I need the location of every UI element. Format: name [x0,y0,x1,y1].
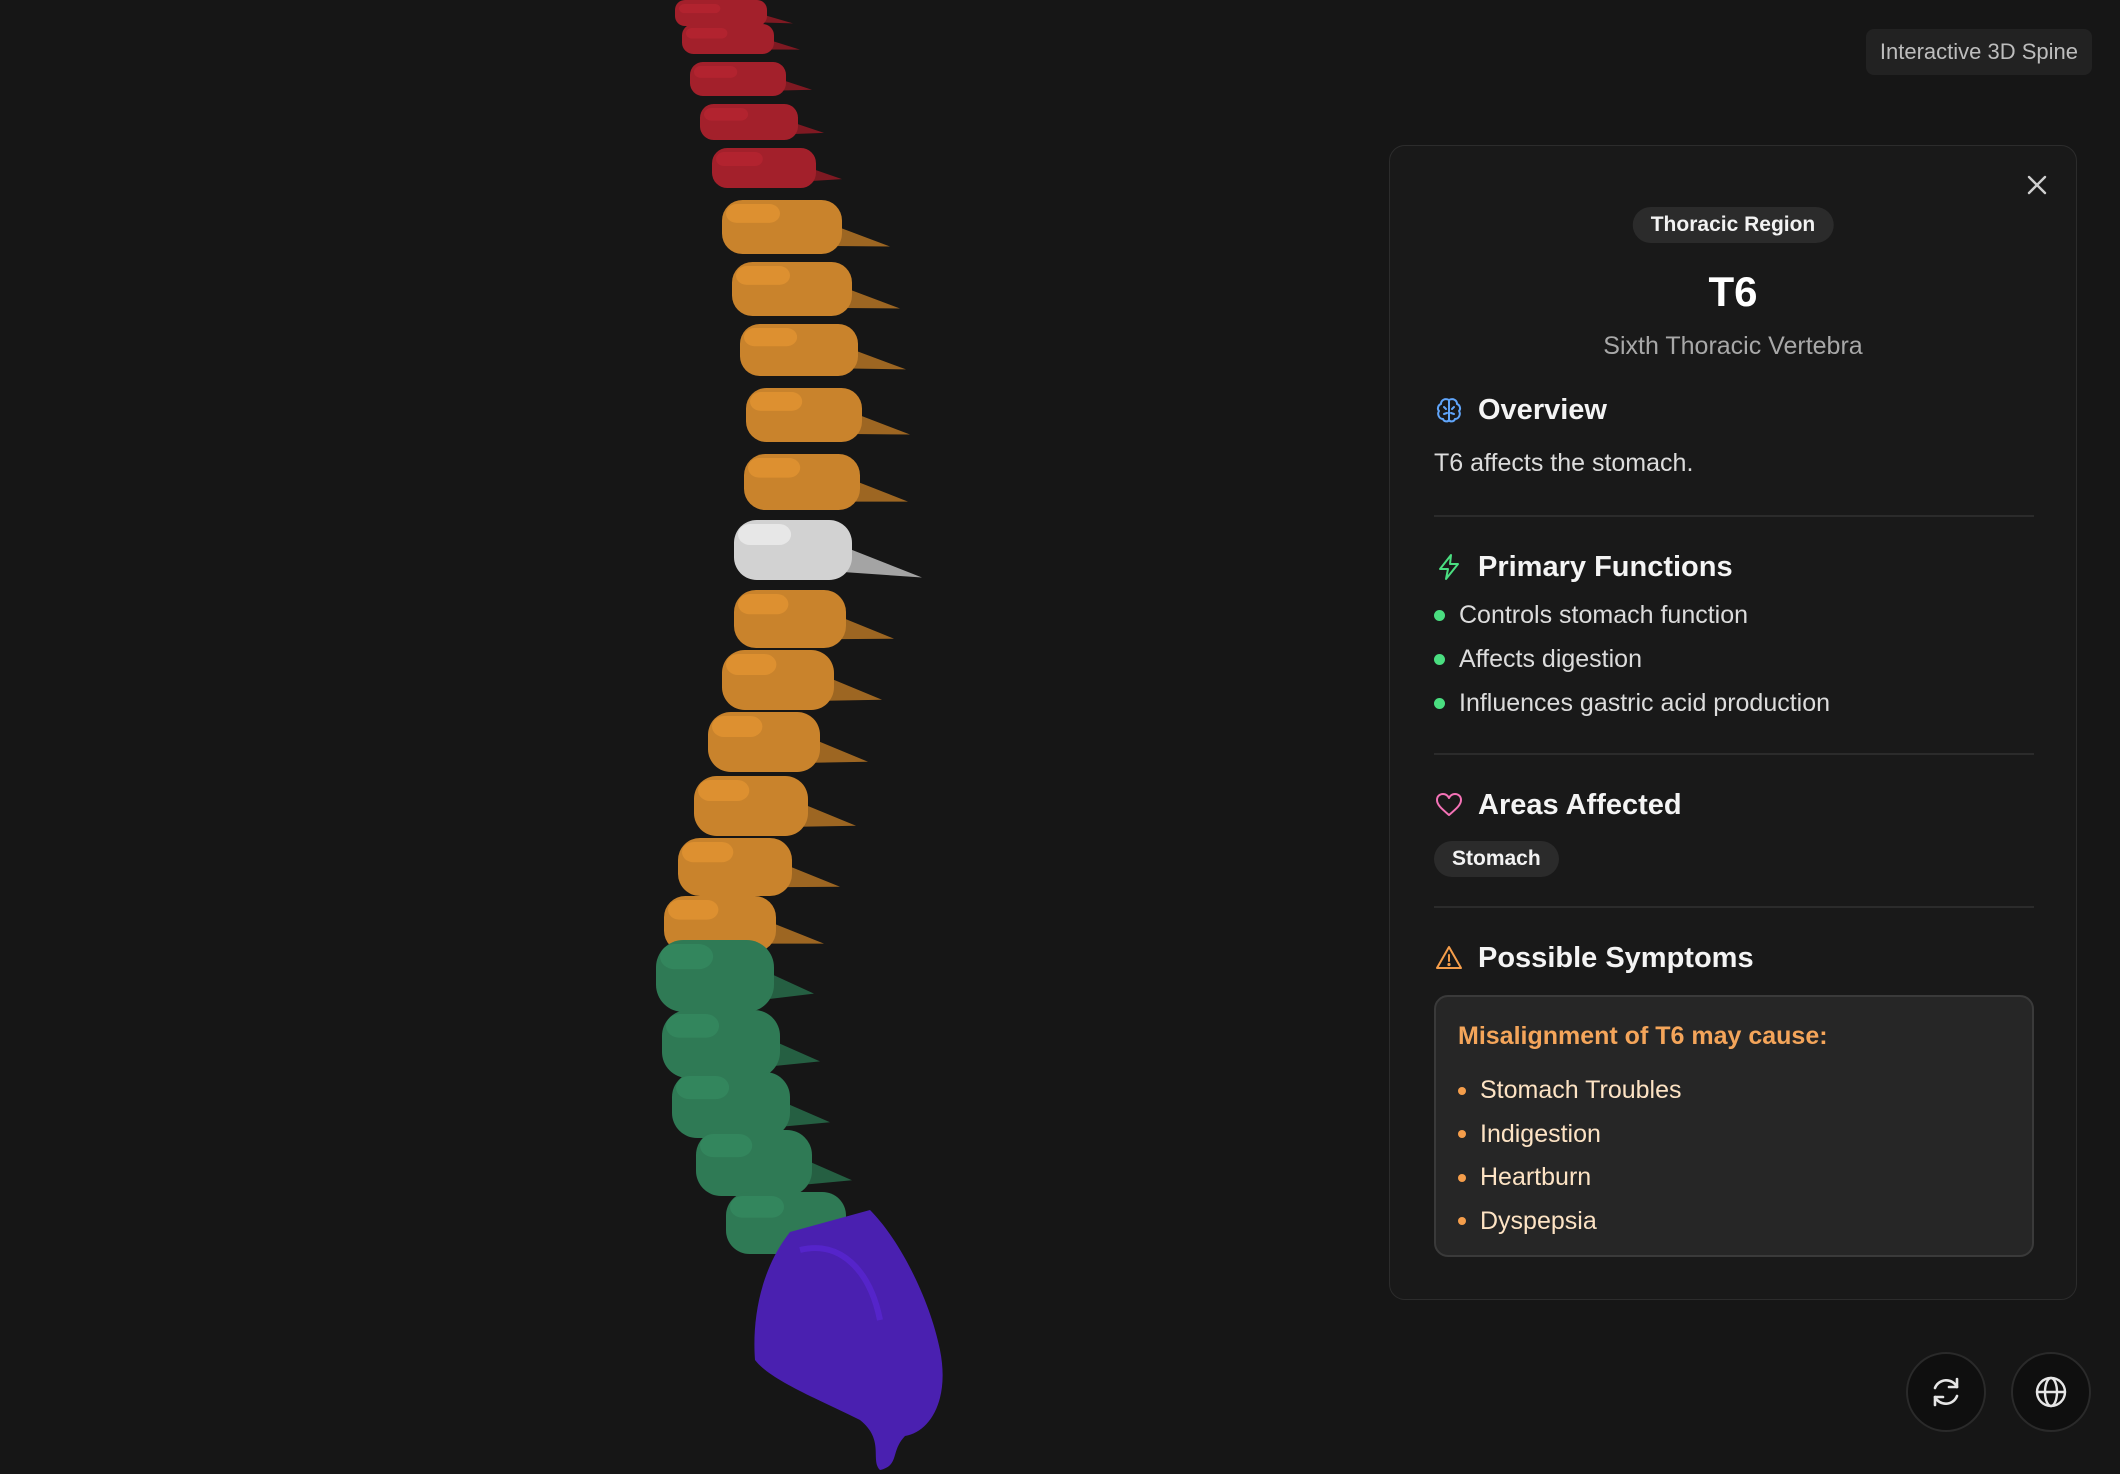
spine-3d-viewport[interactable] [0,0,1370,1474]
symptoms-heading-label: Possible Symptoms [1478,941,1754,974]
bullet-icon [1458,1217,1466,1226]
lightning-icon [1434,552,1464,582]
areas-heading: Areas Affected [1434,787,1682,823]
bullet-icon [1458,1173,1466,1182]
functions-heading-label: Primary Functions [1478,550,1733,583]
overview-heading-label: Overview [1478,393,1607,426]
affected-area-tag: Stomach [1434,841,1559,877]
lumbar-vertebra[interactable] [662,1010,820,1078]
functions-heading: Primary Functions [1434,549,1733,585]
lumbar-vertebra[interactable] [696,1130,852,1196]
overview-text: T6 affects the stomach. [1434,449,1694,477]
list-item: Affects digestion [1434,637,1830,681]
refresh-icon [1927,1373,1965,1411]
function-item: Controls stomach function [1459,601,1749,629]
sacrum[interactable] [754,1210,943,1470]
globe-button[interactable] [2011,1352,2091,1432]
bullet-icon [1434,697,1445,709]
globe-icon [2032,1373,2070,1411]
bullet-icon [1434,653,1445,665]
list-item: Dyspepsia [1458,1200,1682,1244]
thoracic-vertebra[interactable] [722,200,890,254]
cervical-vertebra[interactable] [675,0,793,26]
cervical-vertebra[interactable] [682,24,800,54]
thoracic-vertebra[interactable] [740,324,906,376]
symptoms-intro: Misalignment of T6 may cause: [1458,1022,1828,1050]
thoracic-vertebra[interactable] [678,838,840,896]
bullet-icon [1458,1086,1466,1095]
function-item: Influences gastric acid production [1459,689,1831,717]
reset-view-button[interactable] [1906,1352,1986,1432]
section-divider [1434,753,2034,755]
function-item: Affects digestion [1459,645,1642,673]
cervical-vertebra[interactable] [700,104,824,140]
symptom-item: Dyspepsia [1480,1206,1597,1235]
spine-model[interactable] [0,0,1370,1474]
areas-heading-label: Areas Affected [1478,788,1682,821]
symptom-item: Heartburn [1480,1163,1592,1191]
thoracic-vertebra[interactable] [708,712,868,772]
thoracic-vertebra[interactable] [732,262,900,316]
region-badge: Thoracic Region [1632,207,1834,243]
symptoms-list: Stomach Troubles Indigestion Heartburn D… [1458,1069,1682,1243]
list-item: Influences gastric acid production [1434,681,1830,725]
list-item: Controls stomach function [1434,593,1830,637]
lumbar-vertebra[interactable] [656,940,814,1012]
section-divider [1434,515,2034,517]
bullet-icon [1458,1130,1466,1139]
heart-icon [1434,790,1464,820]
symptom-item: Stomach Troubles [1480,1076,1682,1104]
symptoms-box: Misalignment of T6 may cause: Stomach Tr… [1434,995,2034,1257]
thoracic-vertebra[interactable] [744,454,908,510]
symptom-item: Indigestion [1480,1119,1601,1148]
vertebra-info-panel: Thoracic Region T6 Sixth Thoracic Verteb… [1389,145,2077,1300]
section-divider [1434,906,2034,908]
warning-icon [1434,943,1464,973]
list-item: Indigestion [1458,1113,1682,1157]
vertebra-subtitle: Sixth Thoracic Vertebra [1603,332,1863,360]
overview-heading: Overview [1434,392,1607,428]
lumbar-vertebra[interactable] [672,1072,830,1138]
selected-vertebra-t6[interactable] [734,520,922,580]
vertebra-title: T6 [1708,268,1758,315]
thoracic-vertebra[interactable] [746,388,910,442]
symptoms-heading: Possible Symptoms [1434,940,1754,976]
thoracic-vertebra[interactable] [734,590,894,648]
functions-list: Controls stomach function Affects digest… [1434,593,1830,725]
close-icon[interactable] [2020,168,2054,202]
thoracic-vertebra[interactable] [722,650,882,710]
bullet-icon [1434,609,1445,621]
brain-icon [1434,395,1464,425]
app-title-chip: Interactive 3D Spine [1865,29,2092,75]
cervical-vertebra[interactable] [690,62,812,96]
thoracic-vertebra[interactable] [694,776,856,836]
list-item: Stomach Troubles [1458,1069,1682,1113]
cervical-vertebra[interactable] [712,148,842,188]
list-item: Heartburn [1458,1156,1682,1200]
